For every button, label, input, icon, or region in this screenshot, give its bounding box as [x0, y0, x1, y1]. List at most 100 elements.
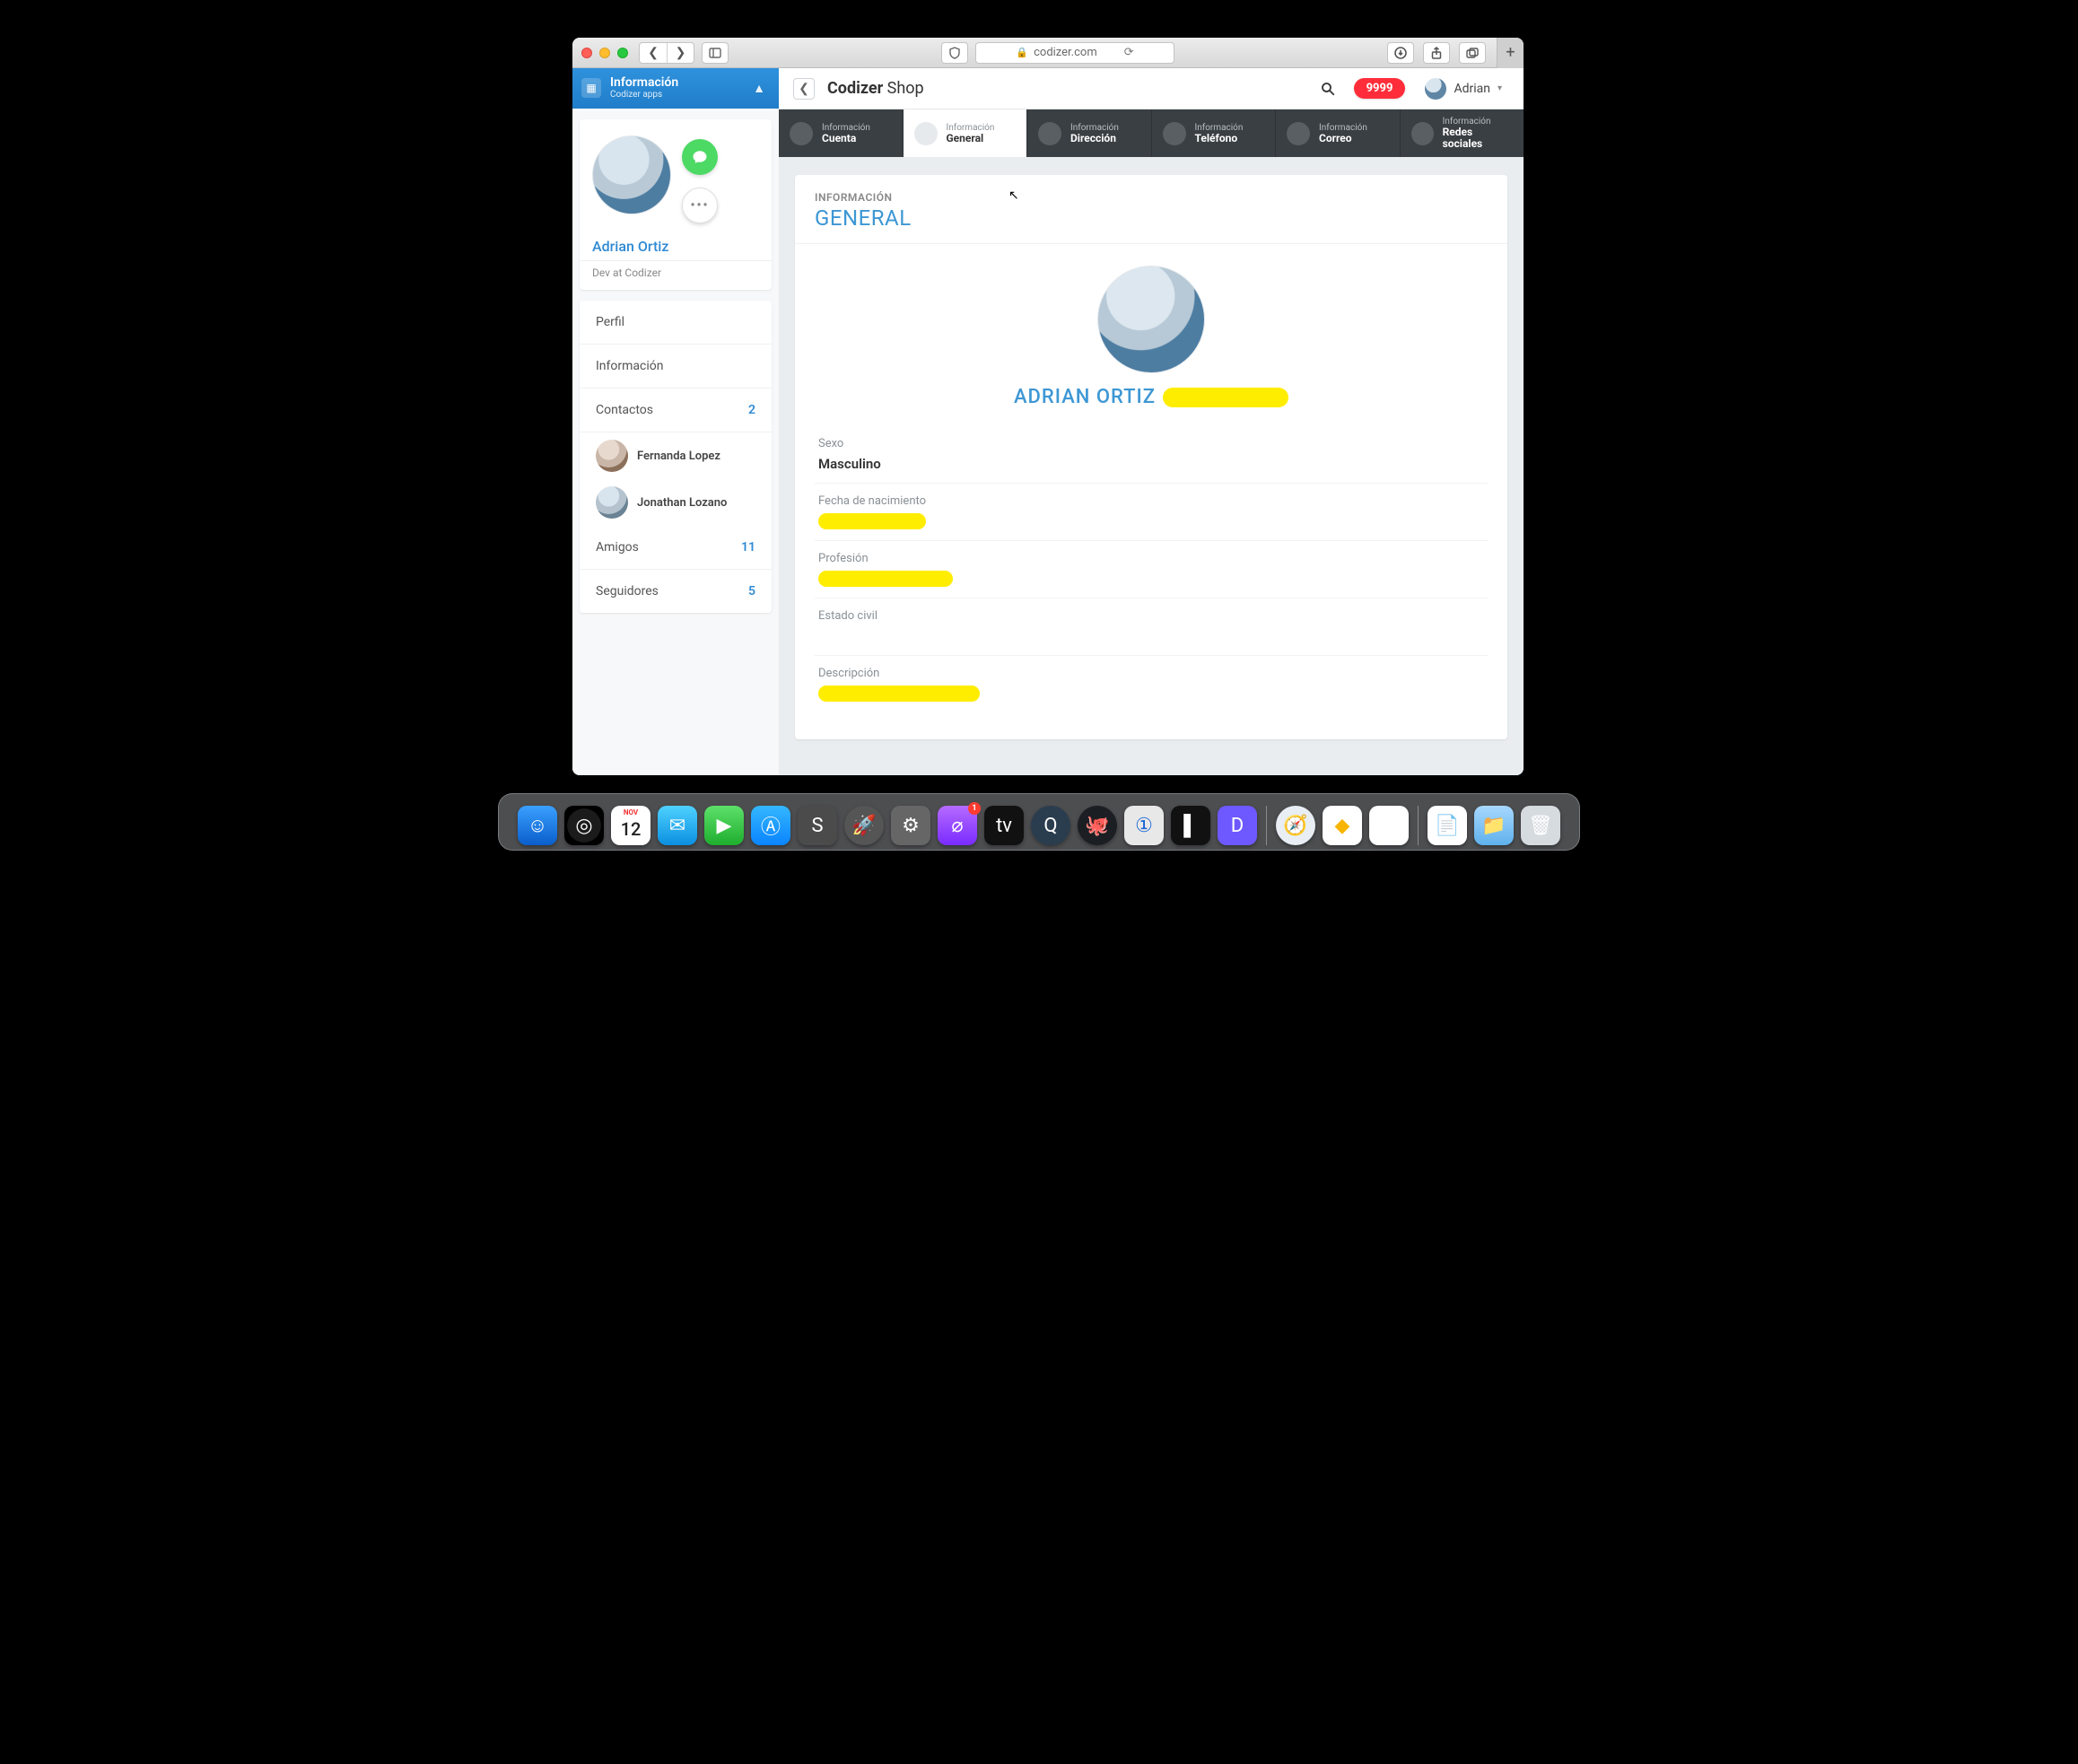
dock-terminal[interactable]: ▌	[1171, 806, 1210, 845]
more-button[interactable]: •••	[682, 188, 718, 223]
nav-back-forward: ❮ ❯	[639, 42, 694, 64]
download-icon	[1394, 47, 1407, 59]
tab-overline: Información	[1195, 123, 1244, 133]
redacted-value	[818, 513, 926, 529]
reload-icon[interactable]: ⟳	[1124, 46, 1134, 59]
dock-appstore[interactable]: Ⓐ	[751, 806, 790, 845]
dock-dash[interactable]: D	[1218, 806, 1257, 845]
new-tab-button[interactable]: +	[1497, 38, 1524, 68]
nav-seguidores[interactable]: Seguidores 5	[580, 570, 772, 613]
field-label: Profesión	[818, 552, 1484, 565]
dock-finder[interactable]: ☺	[518, 806, 557, 845]
calendar-day: 12	[621, 818, 642, 840]
dock: ☺ ◎ NOV 12 ✉ ▶ Ⓐ S 🚀 ⚙ ⌀1 tv Q 🐙 ① ▌ D 🧭…	[498, 797, 1580, 851]
tab-label: Correo	[1319, 133, 1367, 144]
tab-cuenta[interactable]: InformaciónCuenta	[779, 109, 904, 157]
downloads-button[interactable]	[1387, 42, 1414, 64]
nav-contactos[interactable]: Contactos 2	[580, 389, 772, 432]
field-value	[818, 628, 1484, 644]
dock-github[interactable]: 🐙	[1078, 806, 1117, 845]
contact-row[interactable]: Fernanda Lopez	[580, 432, 772, 479]
privacy-report-button[interactable]	[941, 42, 968, 64]
contact-avatar	[596, 440, 628, 472]
minimize-window-button[interactable]	[599, 48, 610, 58]
dock-launchpad[interactable]: 🚀	[844, 806, 884, 845]
dock-facetime[interactable]: ▶	[704, 806, 744, 845]
dock-messages[interactable]: ✉	[658, 806, 697, 845]
search-icon	[1320, 81, 1336, 97]
url-host: codizer.com	[1034, 46, 1097, 59]
browser-window: ❮ ❯ 🔒 codizer.com ⟳	[572, 38, 1524, 775]
tab-overline: Información	[822, 123, 870, 133]
dock-appletv[interactable]: tv	[984, 806, 1024, 845]
sidebar-header[interactable]: ▦ Información Codizer apps ▲	[572, 68, 779, 109]
ellipsis-icon: •••	[690, 198, 709, 213]
tab-redes[interactable]: InformaciónRedes sociales	[1401, 109, 1524, 157]
contact-name: Jonathan Lozano	[637, 496, 727, 510]
dock-sketch[interactable]: ◆	[1323, 806, 1362, 845]
hero-avatar	[1097, 266, 1205, 373]
dock-safari[interactable]: 🧭	[1276, 806, 1315, 845]
profile-avatar[interactable]	[592, 135, 671, 214]
dock-siri[interactable]: ◎	[564, 806, 604, 845]
nav-informacion[interactable]: Información	[580, 345, 772, 389]
url-bar[interactable]: 🔒 codizer.com ⟳	[975, 42, 1175, 64]
dock-app[interactable]: ✦	[1369, 806, 1409, 845]
field-label: Estado civil	[818, 609, 1484, 623]
nav-forward-button[interactable]: ❯	[667, 43, 694, 63]
tab-icon	[1163, 122, 1186, 145]
nav-amigos[interactable]: Amigos 11	[580, 526, 772, 570]
sidebar-toggle-button[interactable]	[702, 42, 729, 64]
dock-quicktime[interactable]: Q	[1031, 806, 1070, 845]
dock-podcasts[interactable]: ⌀1	[938, 806, 977, 845]
field-profesion: Profesión	[815, 541, 1488, 598]
tab-label: Teléfono	[1195, 133, 1244, 144]
tab-label: Cuenta	[822, 133, 870, 144]
tab-label: Dirección	[1070, 133, 1119, 144]
notification-badge[interactable]: 9999	[1354, 78, 1406, 99]
nav-back-button[interactable]: ❮	[640, 43, 667, 63]
lock-icon: 🔒	[1016, 47, 1028, 58]
profile-name[interactable]: Adrian Ortiz	[580, 223, 772, 261]
dock-calendar[interactable]: NOV 12	[611, 806, 650, 845]
chat-icon	[692, 149, 708, 165]
dock-document[interactable]: 📄	[1428, 806, 1467, 845]
nav-perfil[interactable]: Perfil	[580, 301, 772, 345]
dock-settings[interactable]: ⚙	[891, 806, 930, 845]
zoom-window-button[interactable]	[617, 48, 628, 58]
tabs-button[interactable]	[1459, 42, 1486, 64]
contact-name: Fernanda Lopez	[637, 450, 720, 463]
tab-direccion[interactable]: InformaciónDirección	[1027, 109, 1152, 157]
sidebar-title: Información	[610, 76, 739, 90]
nav-seguidores-count: 5	[748, 584, 755, 598]
tab-telefono[interactable]: InformaciónTeléfono	[1152, 109, 1277, 157]
contact-row[interactable]: Jonathan Lozano	[580, 479, 772, 526]
dock-downloads[interactable]: 📁	[1474, 806, 1514, 845]
dock-sublime[interactable]: S	[798, 806, 837, 845]
tab-correo[interactable]: InformaciónCorreo	[1276, 109, 1401, 157]
browser-titlebar: ❮ ❯ 🔒 codizer.com ⟳	[572, 38, 1524, 68]
dock-badge: 1	[968, 802, 981, 815]
tab-label: Redes sociales	[1443, 127, 1513, 150]
redacted-value	[818, 571, 953, 587]
message-button[interactable]	[682, 139, 718, 175]
dock-trash[interactable]: 🗑	[1521, 806, 1560, 845]
content-scroll[interactable]: INFORMACIÓN GENERAL ADRIAN ORTIZ	[779, 157, 1524, 775]
shield-icon	[949, 47, 960, 59]
divider	[795, 243, 1507, 244]
nav-contactos-count: 2	[748, 403, 755, 417]
redacted-surname	[1163, 388, 1288, 407]
search-button[interactable]	[1314, 75, 1341, 102]
main: ❮ Codizer Shop 9999 Adrian ▾	[779, 68, 1524, 775]
tab-general[interactable]: InformaciónGeneral	[904, 109, 1028, 157]
field-fecha: Fecha de nacimiento	[815, 484, 1488, 541]
dock-separator	[1266, 806, 1267, 845]
back-button[interactable]: ❮	[793, 78, 815, 100]
chevron-up-icon: ▲	[748, 81, 770, 96]
user-menu[interactable]: Adrian ▾	[1418, 74, 1509, 103]
redacted-value	[818, 686, 980, 702]
tab-overline: Información	[1319, 123, 1367, 133]
close-window-button[interactable]	[581, 48, 592, 58]
share-button[interactable]	[1423, 42, 1450, 64]
dock-1password[interactable]: ①	[1124, 806, 1164, 845]
